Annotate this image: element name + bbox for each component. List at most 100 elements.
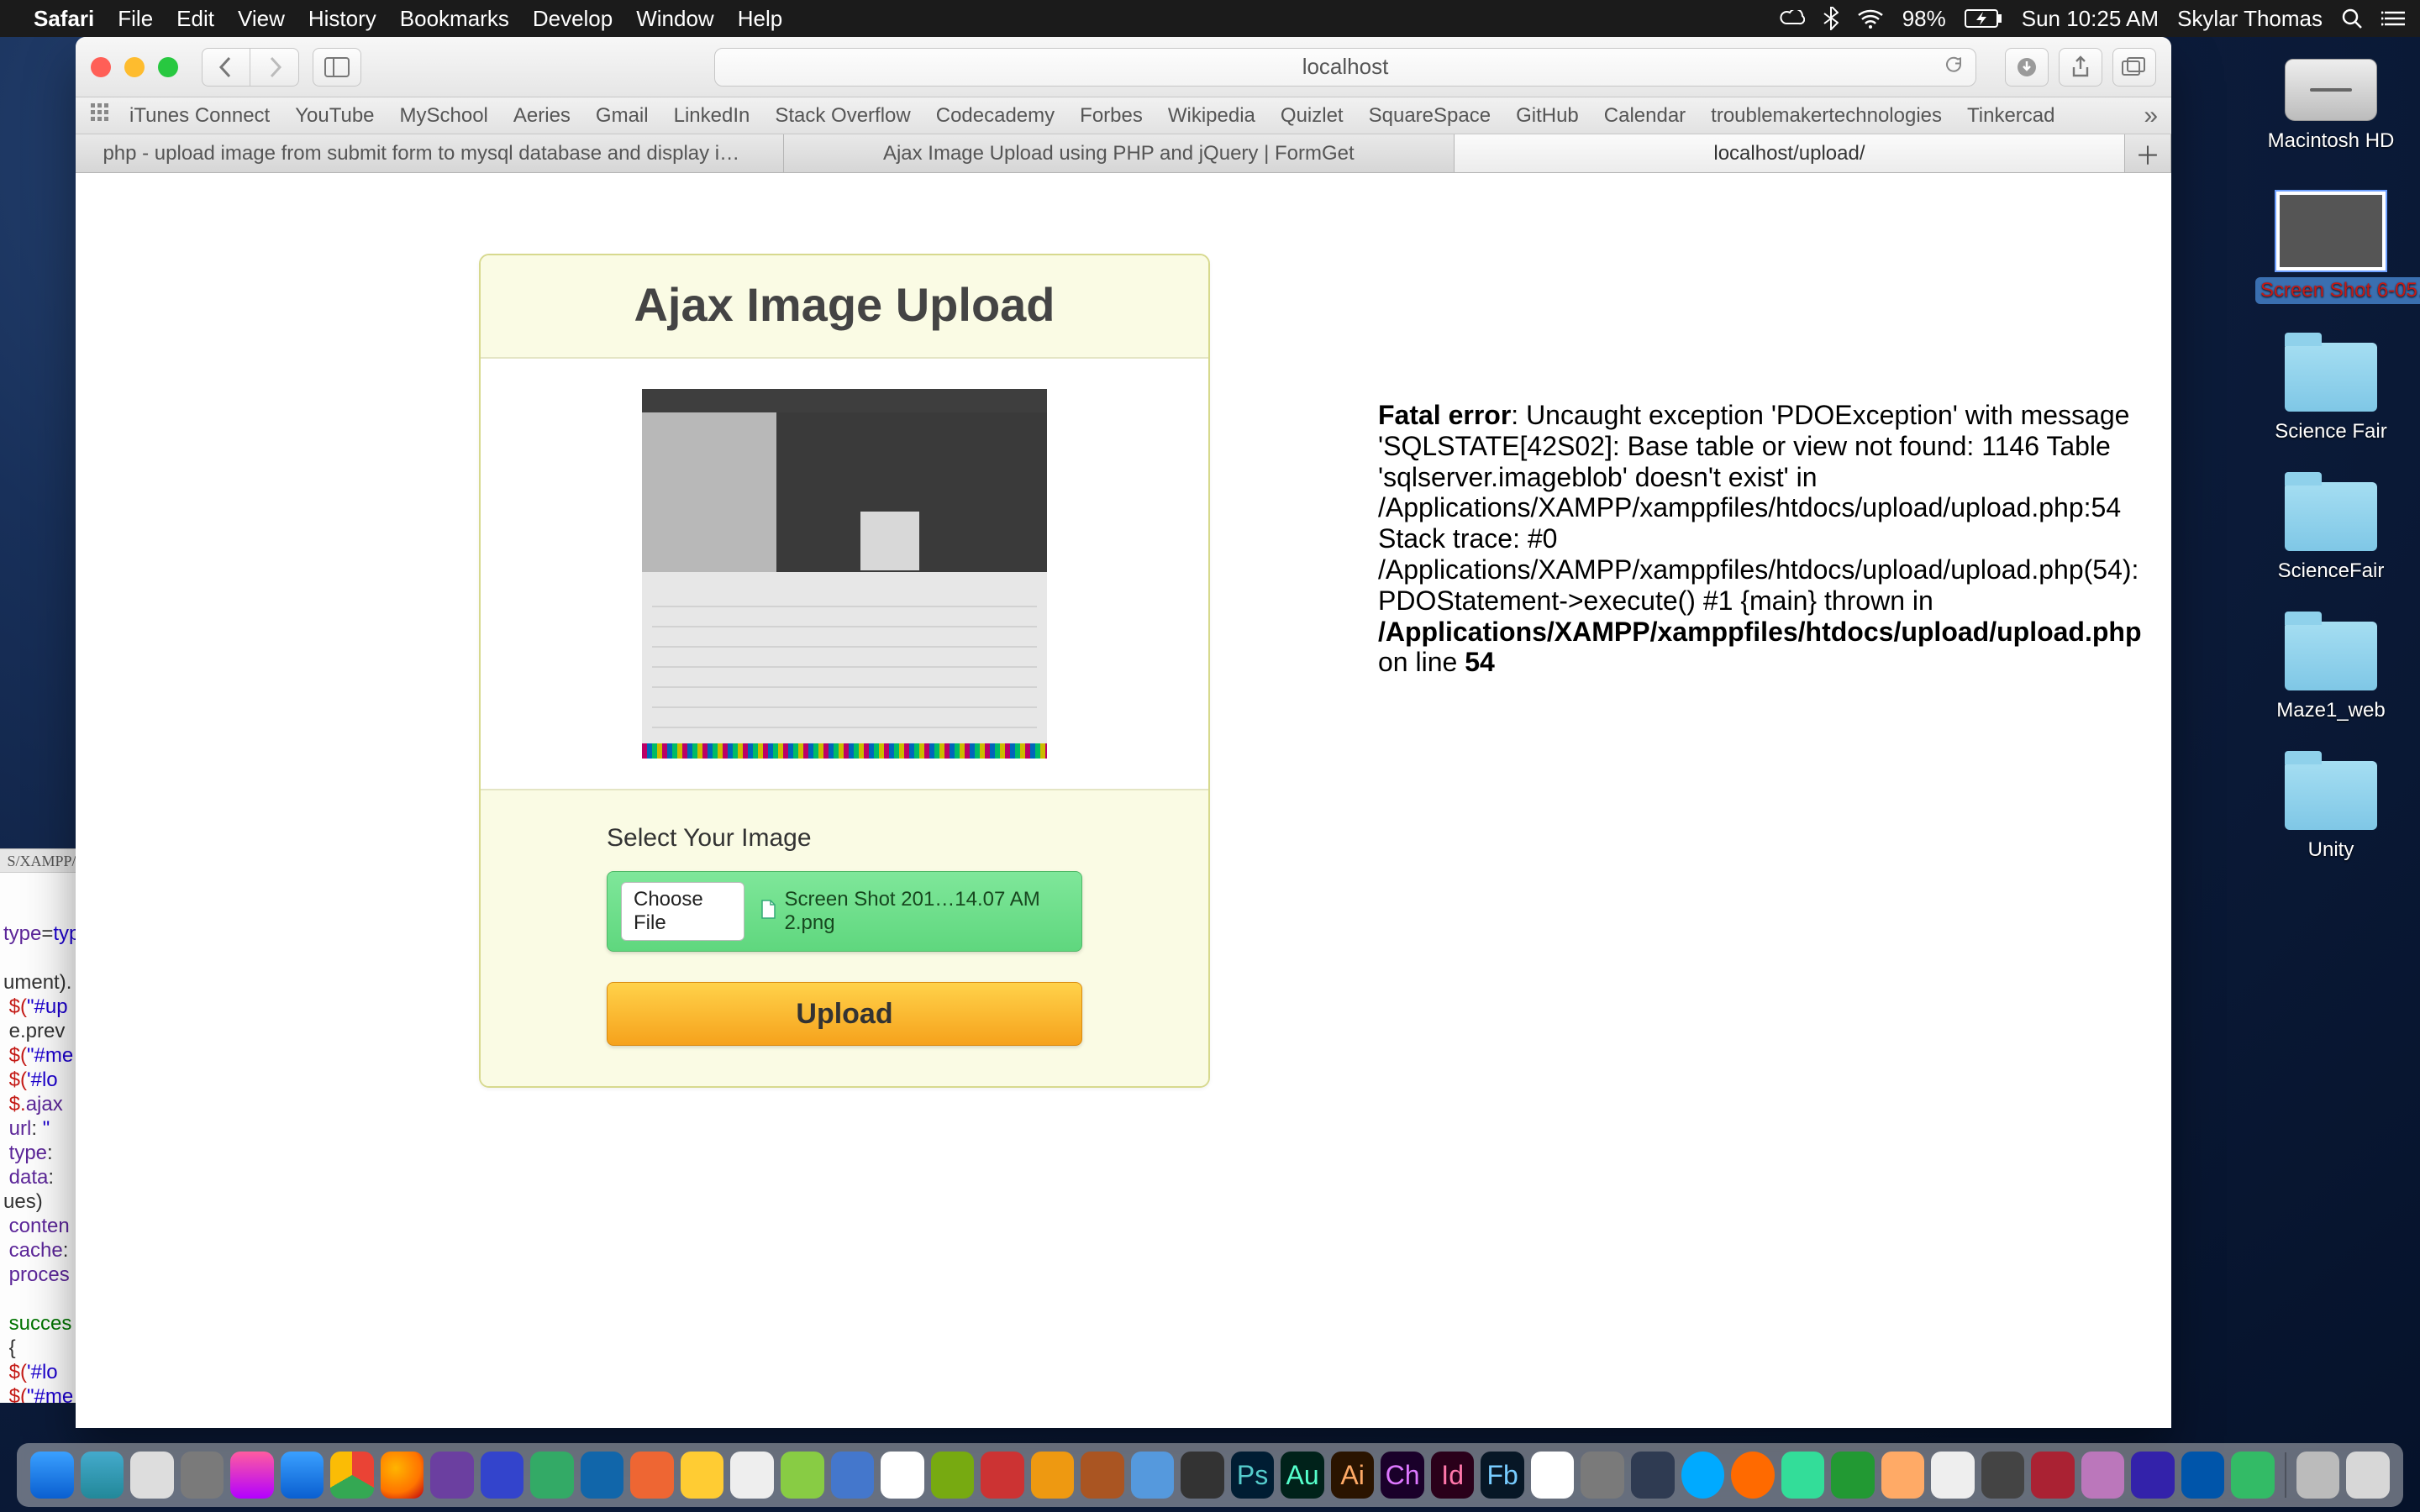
downloads-button[interactable]: [2005, 48, 2049, 87]
fav-wikipedia[interactable]: Wikipedia: [1168, 104, 1255, 128]
dock-app-9[interactable]: [831, 1452, 875, 1499]
fav-github[interactable]: GitHub: [1516, 104, 1579, 128]
dock-app-15[interactable]: [1131, 1452, 1175, 1499]
fav-aeries[interactable]: Aeries: [513, 104, 571, 128]
drive-macintosh-hd[interactable]: Macintosh HD: [2255, 59, 2407, 153]
dock-app-1[interactable]: [430, 1452, 474, 1499]
fav-calendar[interactable]: Calendar: [1604, 104, 1686, 128]
battery-percent[interactable]: 98%: [1902, 6, 1946, 32]
menu-help[interactable]: Help: [738, 6, 782, 32]
dock-app-21[interactable]: [1781, 1452, 1825, 1499]
tab-2[interactable]: Ajax Image Upload using PHP and jQuery |…: [784, 134, 1455, 172]
dock-photoshop[interactable]: Ps: [1231, 1452, 1275, 1499]
dock-app-2[interactable]: [481, 1452, 524, 1499]
dock-itunes[interactable]: [230, 1452, 274, 1499]
fav-troublemaker[interactable]: troublemakertechnologies: [1711, 104, 1942, 128]
fav-linkedin[interactable]: LinkedIn: [674, 104, 750, 128]
tabs-overview-button[interactable]: [2112, 48, 2156, 87]
dock-safari[interactable]: [281, 1452, 324, 1499]
fav-itunes-connect[interactable]: iTunes Connect: [129, 104, 270, 128]
fav-myschool[interactable]: MySchool: [400, 104, 488, 128]
address-bar[interactable]: localhost: [714, 48, 1976, 87]
fav-codecademy[interactable]: Codecademy: [936, 104, 1055, 128]
dock-fb[interactable]: Fb: [1481, 1452, 1524, 1499]
fav-youtube[interactable]: YouTube: [295, 104, 374, 128]
user-name[interactable]: Skylar Thomas: [2177, 6, 2323, 32]
choose-file-button[interactable]: Choose File: [621, 882, 744, 941]
dock-character[interactable]: Ch: [1381, 1452, 1424, 1499]
favorites-overflow[interactable]: »: [2144, 102, 2158, 130]
fav-forbes[interactable]: Forbes: [1080, 104, 1143, 128]
wifi-icon[interactable]: [1857, 8, 1884, 29]
upload-button[interactable]: Upload: [607, 982, 1082, 1046]
clock[interactable]: Sun 10:25 AM: [2022, 6, 2159, 32]
reload-icon[interactable]: [1944, 54, 1964, 80]
dock-app-8[interactable]: [781, 1452, 824, 1499]
dock-trash[interactable]: [2346, 1452, 2390, 1499]
close-window-button[interactable]: [91, 57, 111, 77]
dock-app-23[interactable]: [2031, 1452, 2075, 1499]
dock-app-10[interactable]: [881, 1452, 924, 1499]
dock-automator[interactable]: [181, 1452, 224, 1499]
app-name[interactable]: Safari: [34, 6, 94, 32]
dock-app-22[interactable]: [1831, 1452, 1875, 1499]
dock-unity[interactable]: [1981, 1452, 2025, 1499]
dock-app-13[interactable]: [1031, 1452, 1075, 1499]
share-button[interactable]: [2059, 48, 2102, 87]
dock-app-5[interactable]: [630, 1452, 674, 1499]
creative-cloud-icon[interactable]: [1780, 10, 1805, 27]
dock-app-25[interactable]: [2131, 1452, 2175, 1499]
dock-finder[interactable]: [30, 1452, 74, 1499]
tab-3-active[interactable]: localhost/upload/: [1455, 134, 2125, 172]
dock-indesign[interactable]: Id: [1431, 1452, 1475, 1499]
dock-app-18[interactable]: [1581, 1452, 1624, 1499]
menu-bookmarks[interactable]: Bookmarks: [400, 6, 509, 32]
fav-gmail[interactable]: Gmail: [596, 104, 649, 128]
dock-firefox[interactable]: [381, 1452, 424, 1499]
dock-skype[interactable]: [1681, 1452, 1725, 1499]
folder-maze1-web[interactable]: Maze1_web: [2255, 622, 2407, 722]
dock-downloads[interactable]: [2296, 1452, 2340, 1499]
fav-squarespace[interactable]: SquareSpace: [1369, 104, 1491, 128]
dock-app-14[interactable]: [1081, 1452, 1124, 1499]
dock-app-26[interactable]: [2181, 1452, 2225, 1499]
dock-app-11[interactable]: [931, 1452, 975, 1499]
folder-sciencefair[interactable]: ScienceFair: [2255, 482, 2407, 583]
dock-app-17[interactable]: [1531, 1452, 1575, 1499]
minimize-window-button[interactable]: [124, 57, 145, 77]
back-button[interactable]: [202, 48, 250, 87]
sidebar-toggle-button[interactable]: [313, 48, 361, 87]
menu-window[interactable]: Window: [636, 6, 713, 32]
dock-app-6[interactable]: [681, 1452, 724, 1499]
screenshot-file[interactable]: Screen Shot 6-05…M 2.png: [2255, 192, 2407, 304]
menu-view[interactable]: View: [238, 6, 285, 32]
favorites-grid-icon[interactable]: [89, 102, 111, 129]
fav-tinkercad[interactable]: Tinkercad: [1967, 104, 2054, 128]
dock-app-12[interactable]: [981, 1452, 1024, 1499]
zoom-window-button[interactable]: [158, 57, 178, 77]
folder-unity[interactable]: Unity: [2255, 761, 2407, 862]
dock-app-4[interactable]: [581, 1452, 624, 1499]
fav-quizlet[interactable]: Quizlet: [1281, 104, 1344, 128]
menu-history[interactable]: History: [308, 6, 376, 32]
dock-blender[interactable]: [1881, 1452, 1925, 1499]
spotlight-icon[interactable]: [2341, 8, 2363, 29]
menu-develop[interactable]: Develop: [533, 6, 613, 32]
menu-extras-icon[interactable]: [2381, 9, 2405, 28]
file-input[interactable]: Choose File Screen Shot 201…14.07 AM 2.p…: [607, 871, 1082, 952]
dock-app-27[interactable]: [2231, 1452, 2275, 1499]
tab-1[interactable]: php - upload image from submit form to m…: [76, 134, 784, 172]
menu-file[interactable]: File: [118, 6, 153, 32]
new-tab-button[interactable]: ＋: [2125, 134, 2171, 172]
dock-app-20[interactable]: [1731, 1452, 1775, 1499]
fav-stackoverflow[interactable]: Stack Overflow: [775, 104, 910, 128]
menu-edit[interactable]: Edit: [176, 6, 214, 32]
dock-app-24[interactable]: [2081, 1452, 2125, 1499]
dock-app-19[interactable]: [1631, 1452, 1675, 1499]
forward-button[interactable]: [250, 48, 299, 87]
folder-science-fair[interactable]: Science Fair: [2255, 343, 2407, 444]
dock-github[interactable]: [1931, 1452, 1975, 1499]
dock-app-7[interactable]: [730, 1452, 774, 1499]
dock-audition[interactable]: Au: [1281, 1452, 1324, 1499]
dock-app-16[interactable]: [1181, 1452, 1224, 1499]
